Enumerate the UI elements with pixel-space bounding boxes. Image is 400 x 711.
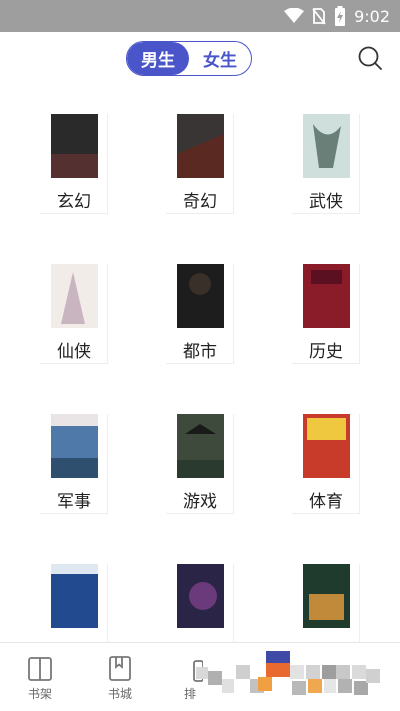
category-card[interactable]: 奇幻 (166, 114, 234, 214)
book-cover (177, 414, 224, 478)
category-card[interactable]: 游戏 (166, 414, 234, 514)
gender-switch: 男生 女生 (126, 41, 252, 76)
category-card[interactable]: 军事 (40, 414, 108, 514)
tab-female[interactable]: 女生 (189, 42, 251, 75)
book-cover (177, 564, 224, 628)
battery-charging-icon (335, 6, 346, 26)
category-card[interactable]: 都市 (166, 264, 234, 364)
category-label: 体育 (309, 492, 343, 512)
category-label: 玄幻 (57, 192, 91, 212)
status-time: 9:02 (354, 6, 390, 26)
bottom-nav: 书架 书城 排 (0, 642, 400, 711)
no-sim-icon (312, 8, 326, 25)
category-card[interactable]: 其他 (292, 564, 360, 642)
category-card[interactable]: 科幻 (40, 564, 108, 642)
bookstore-icon (109, 656, 131, 681)
status-icons: 9:02 (284, 0, 390, 32)
category-label: 仙侠 (57, 342, 91, 362)
nav-label: 书架 (27, 687, 52, 701)
category-label: 游戏 (183, 492, 217, 512)
category-card[interactable]: 历史 (292, 264, 360, 364)
bookshelf-icon (28, 657, 52, 681)
category-label: 奇幻 (183, 192, 217, 212)
book-cover (303, 264, 350, 328)
category-card[interactable]: 灵异 (166, 564, 234, 642)
book-cover (177, 264, 224, 328)
category-label: 都市 (183, 342, 217, 362)
nav-label: 书城 (107, 687, 132, 701)
category-label: 历史 (309, 342, 343, 362)
category-label: 军事 (57, 492, 91, 512)
nav-item-bookstore[interactable]: 书城 (100, 655, 140, 707)
category-card[interactable]: 体育 (292, 414, 360, 514)
book-cover (303, 414, 350, 478)
book-cover (51, 564, 98, 628)
tab-male[interactable]: 男生 (127, 42, 189, 75)
status-bar: 9:02 (0, 0, 400, 32)
category-label: 武侠 (309, 192, 343, 212)
book-cover (51, 264, 98, 328)
category-card[interactable]: 仙侠 (40, 264, 108, 364)
pixelated-mosaic (196, 651, 380, 695)
header: 男生 女生 (0, 32, 400, 86)
category-grid: 玄幻 奇幻 武侠 仙侠 都市 历史 军事 游戏 体育 (0, 86, 400, 642)
app-screen: 9:02 男生 女生 玄幻 奇幻 武侠 仙侠 都市 历史 军事 游戏 体育 书架… (0, 0, 400, 711)
category-card[interactable]: 武侠 (292, 114, 360, 214)
book-cover (303, 114, 350, 178)
book-cover (177, 114, 224, 178)
category-card[interactable]: 玄幻 (40, 114, 108, 214)
book-cover (303, 564, 350, 628)
search-icon[interactable] (357, 45, 383, 71)
wifi-icon (284, 8, 305, 23)
nav-item-bookshelf[interactable]: 书架 (20, 655, 60, 707)
book-cover (51, 114, 98, 178)
book-cover (51, 414, 98, 478)
